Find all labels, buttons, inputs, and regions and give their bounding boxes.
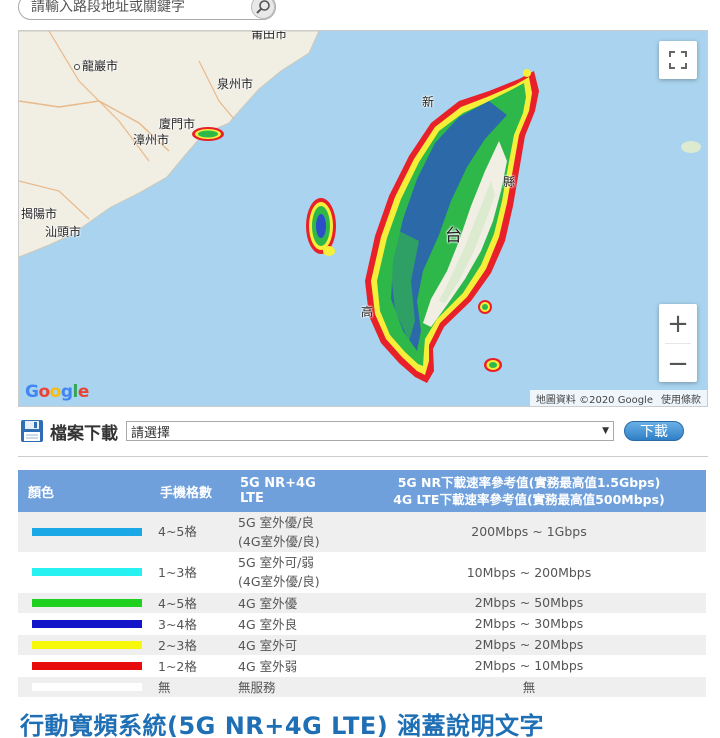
color-swatch	[32, 661, 142, 670]
search-bar	[18, 0, 276, 20]
legend-swatch-cell	[18, 634, 150, 656]
signal-cell: 2~3格	[150, 634, 230, 656]
table-row: 3~4格 4G 室外良 2Mbps ~ 30Mbps	[18, 613, 706, 635]
city-label: 縣	[503, 175, 516, 189]
service-line: 5G 室外可/弱	[238, 555, 314, 570]
download-button[interactable]: 下載	[624, 421, 684, 441]
speed-cell: 無	[352, 676, 706, 698]
table-row: 4~5格 5G 室外優/良 (4G室外優/良) 200Mbps ~ 1Gbps	[18, 512, 706, 553]
header-signal: 手機格數	[150, 470, 230, 512]
legend-swatch-cell	[18, 676, 150, 698]
city-label: 廈門市	[159, 117, 196, 131]
service-cell: 5G 室外可/弱 (4G室外優/良)	[230, 552, 352, 593]
fullscreen-button[interactable]	[659, 41, 697, 79]
zoom-control: + −	[659, 304, 697, 382]
signal-cell: 無	[150, 676, 230, 698]
service-line: (4G室外優/良)	[238, 533, 320, 549]
section-heading: 行動寬頻系統(5G NR+4G LTE) 涵蓋說明文字	[20, 712, 545, 738]
search-icon	[256, 0, 270, 14]
header-speed-4g: 4G LTE下載速率參考值(實務最高值500Mbps)	[393, 492, 665, 507]
signal-cell: 1~2格	[150, 655, 230, 677]
color-swatch	[32, 619, 142, 628]
speed-cell: 10Mbps ~ 200Mbps	[352, 552, 706, 593]
speed-cell: 2Mbps ~ 20Mbps	[352, 634, 706, 656]
table-header-row: 顏色 手機格數 5G NR+4G LTE 5G NR下載速率參考值(實務最高值1…	[18, 470, 706, 512]
map-data-credit[interactable]: 地圖資料 ©2020 Google	[536, 391, 653, 406]
file-select-value: 請選擇	[131, 425, 171, 441]
section-divider	[18, 456, 708, 457]
coverage-map[interactable]: 龍巖市 泉州市 廈門市 漳州市 揭陽市 汕頭市 新 縣 台 高 莆田市 + − …	[18, 30, 708, 407]
service-line: 5G 室外優/良	[238, 514, 314, 530]
file-select[interactable]: 請選擇 ▼	[126, 421, 614, 441]
header-service: 5G NR+4G LTE	[230, 470, 352, 512]
coverage-legend-table: 顏色 手機格數 5G NR+4G LTE 5G NR下載速率參考值(實務最高值1…	[18, 470, 706, 698]
table-row: 2~3格 4G 室外可 2Mbps ~ 20Mbps	[18, 634, 706, 656]
city-label: 台	[445, 226, 462, 246]
header-speed-5g: 5G NR下載速率參考值(實務最高值1.5Gbps)	[397, 475, 661, 490]
service-cell: 4G 室外弱	[230, 655, 352, 677]
terms-link[interactable]: 使用條款	[661, 391, 701, 406]
legend-swatch-cell	[18, 512, 150, 553]
service-cell: 5G 室外優/良 (4G室外優/良)	[230, 512, 352, 553]
file-download-row: 檔案下載 請選擇 ▼ 下載	[20, 418, 700, 444]
color-swatch	[32, 640, 142, 649]
speed-cell: 2Mbps ~ 10Mbps	[352, 655, 706, 677]
speed-cell: 2Mbps ~ 30Mbps	[352, 613, 706, 635]
signal-cell: 1~3格	[150, 552, 230, 593]
city-label: 汕頭市	[45, 225, 82, 239]
city-label: 新	[422, 95, 435, 109]
fullscreen-icon	[669, 51, 687, 69]
service-cell: 4G 室外良	[230, 613, 352, 635]
header-speed: 5G NR下載速率參考值(實務最高值1.5Gbps) 4G LTE下載速率參考值…	[352, 470, 706, 512]
legend-swatch-cell	[18, 613, 150, 635]
floppy-disk-icon	[21, 420, 43, 442]
map-base-layer	[19, 31, 701, 383]
table-row: 1~3格 5G 室外可/弱 (4G室外優/良) 10Mbps ~ 200Mbps	[18, 552, 706, 593]
table-row: 1~2格 4G 室外弱 2Mbps ~ 10Mbps	[18, 655, 706, 677]
city-label: 龍巖市	[74, 57, 118, 74]
city-label: 泉州市	[217, 77, 254, 91]
table-row: 4~5格 4G 室外優 2Mbps ~ 50Mbps	[18, 592, 706, 614]
signal-cell: 4~5格	[150, 512, 230, 553]
service-cell: 無服務	[230, 676, 352, 698]
city-label: 高	[361, 305, 374, 319]
signal-cell: 4~5格	[150, 592, 230, 614]
service-cell: 4G 室外優	[230, 592, 352, 614]
color-swatch	[32, 682, 142, 691]
color-swatch	[32, 527, 142, 536]
city-label: 揭陽市	[21, 207, 58, 221]
google-logo[interactable]: Google	[25, 382, 89, 402]
map-attribution: 地圖資料 ©2020 Google 使用條款	[529, 390, 707, 406]
chevron-down-icon: ▼	[602, 426, 609, 436]
color-swatch	[32, 568, 142, 576]
table-row: 無 無服務 無	[18, 676, 706, 698]
speed-cell: 2Mbps ~ 50Mbps	[352, 592, 706, 614]
signal-cell: 3~4格	[150, 613, 230, 635]
search-input[interactable]	[18, 0, 276, 20]
legend-swatch-cell	[18, 655, 150, 677]
zoom-out-button[interactable]: −	[659, 344, 697, 383]
color-swatch	[32, 598, 142, 607]
zoom-in-button[interactable]: +	[659, 304, 697, 343]
legend-swatch-cell	[18, 592, 150, 614]
city-label: 漳州市	[133, 133, 170, 147]
legend-swatch-cell	[18, 552, 150, 593]
service-line: (4G室外優/良)	[238, 574, 320, 589]
service-cell: 4G 室外可	[230, 634, 352, 656]
header-color: 顏色	[18, 470, 150, 512]
file-download-label: 檔案下載	[50, 423, 118, 444]
speed-cell: 200Mbps ~ 1Gbps	[352, 512, 706, 553]
city-label: 莆田市	[251, 30, 288, 41]
